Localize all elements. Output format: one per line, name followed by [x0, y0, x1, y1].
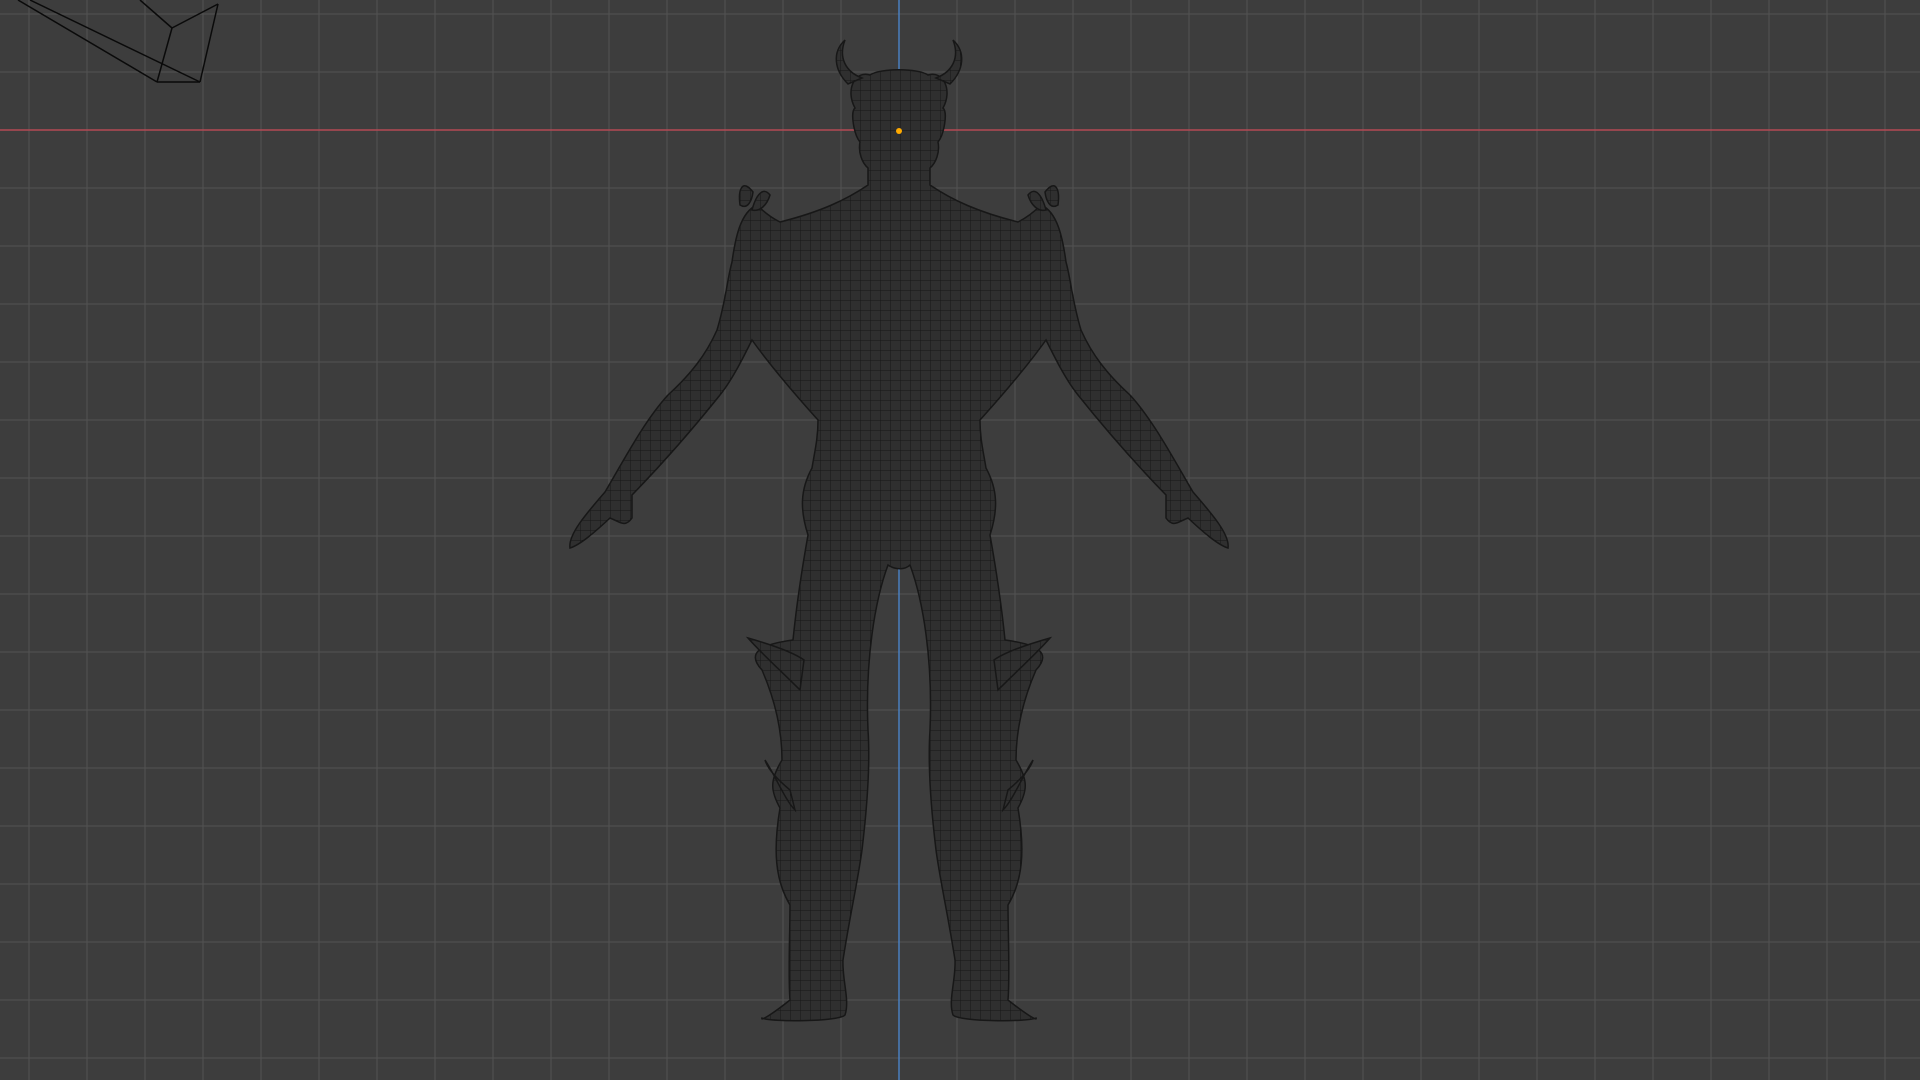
origin-point-icon[interactable]: [896, 128, 902, 134]
3d-viewport[interactable]: [0, 0, 1920, 1080]
camera-wireframe-icon[interactable]: [17, 0, 219, 83]
viewport-canvas[interactable]: [0, 0, 1920, 1080]
